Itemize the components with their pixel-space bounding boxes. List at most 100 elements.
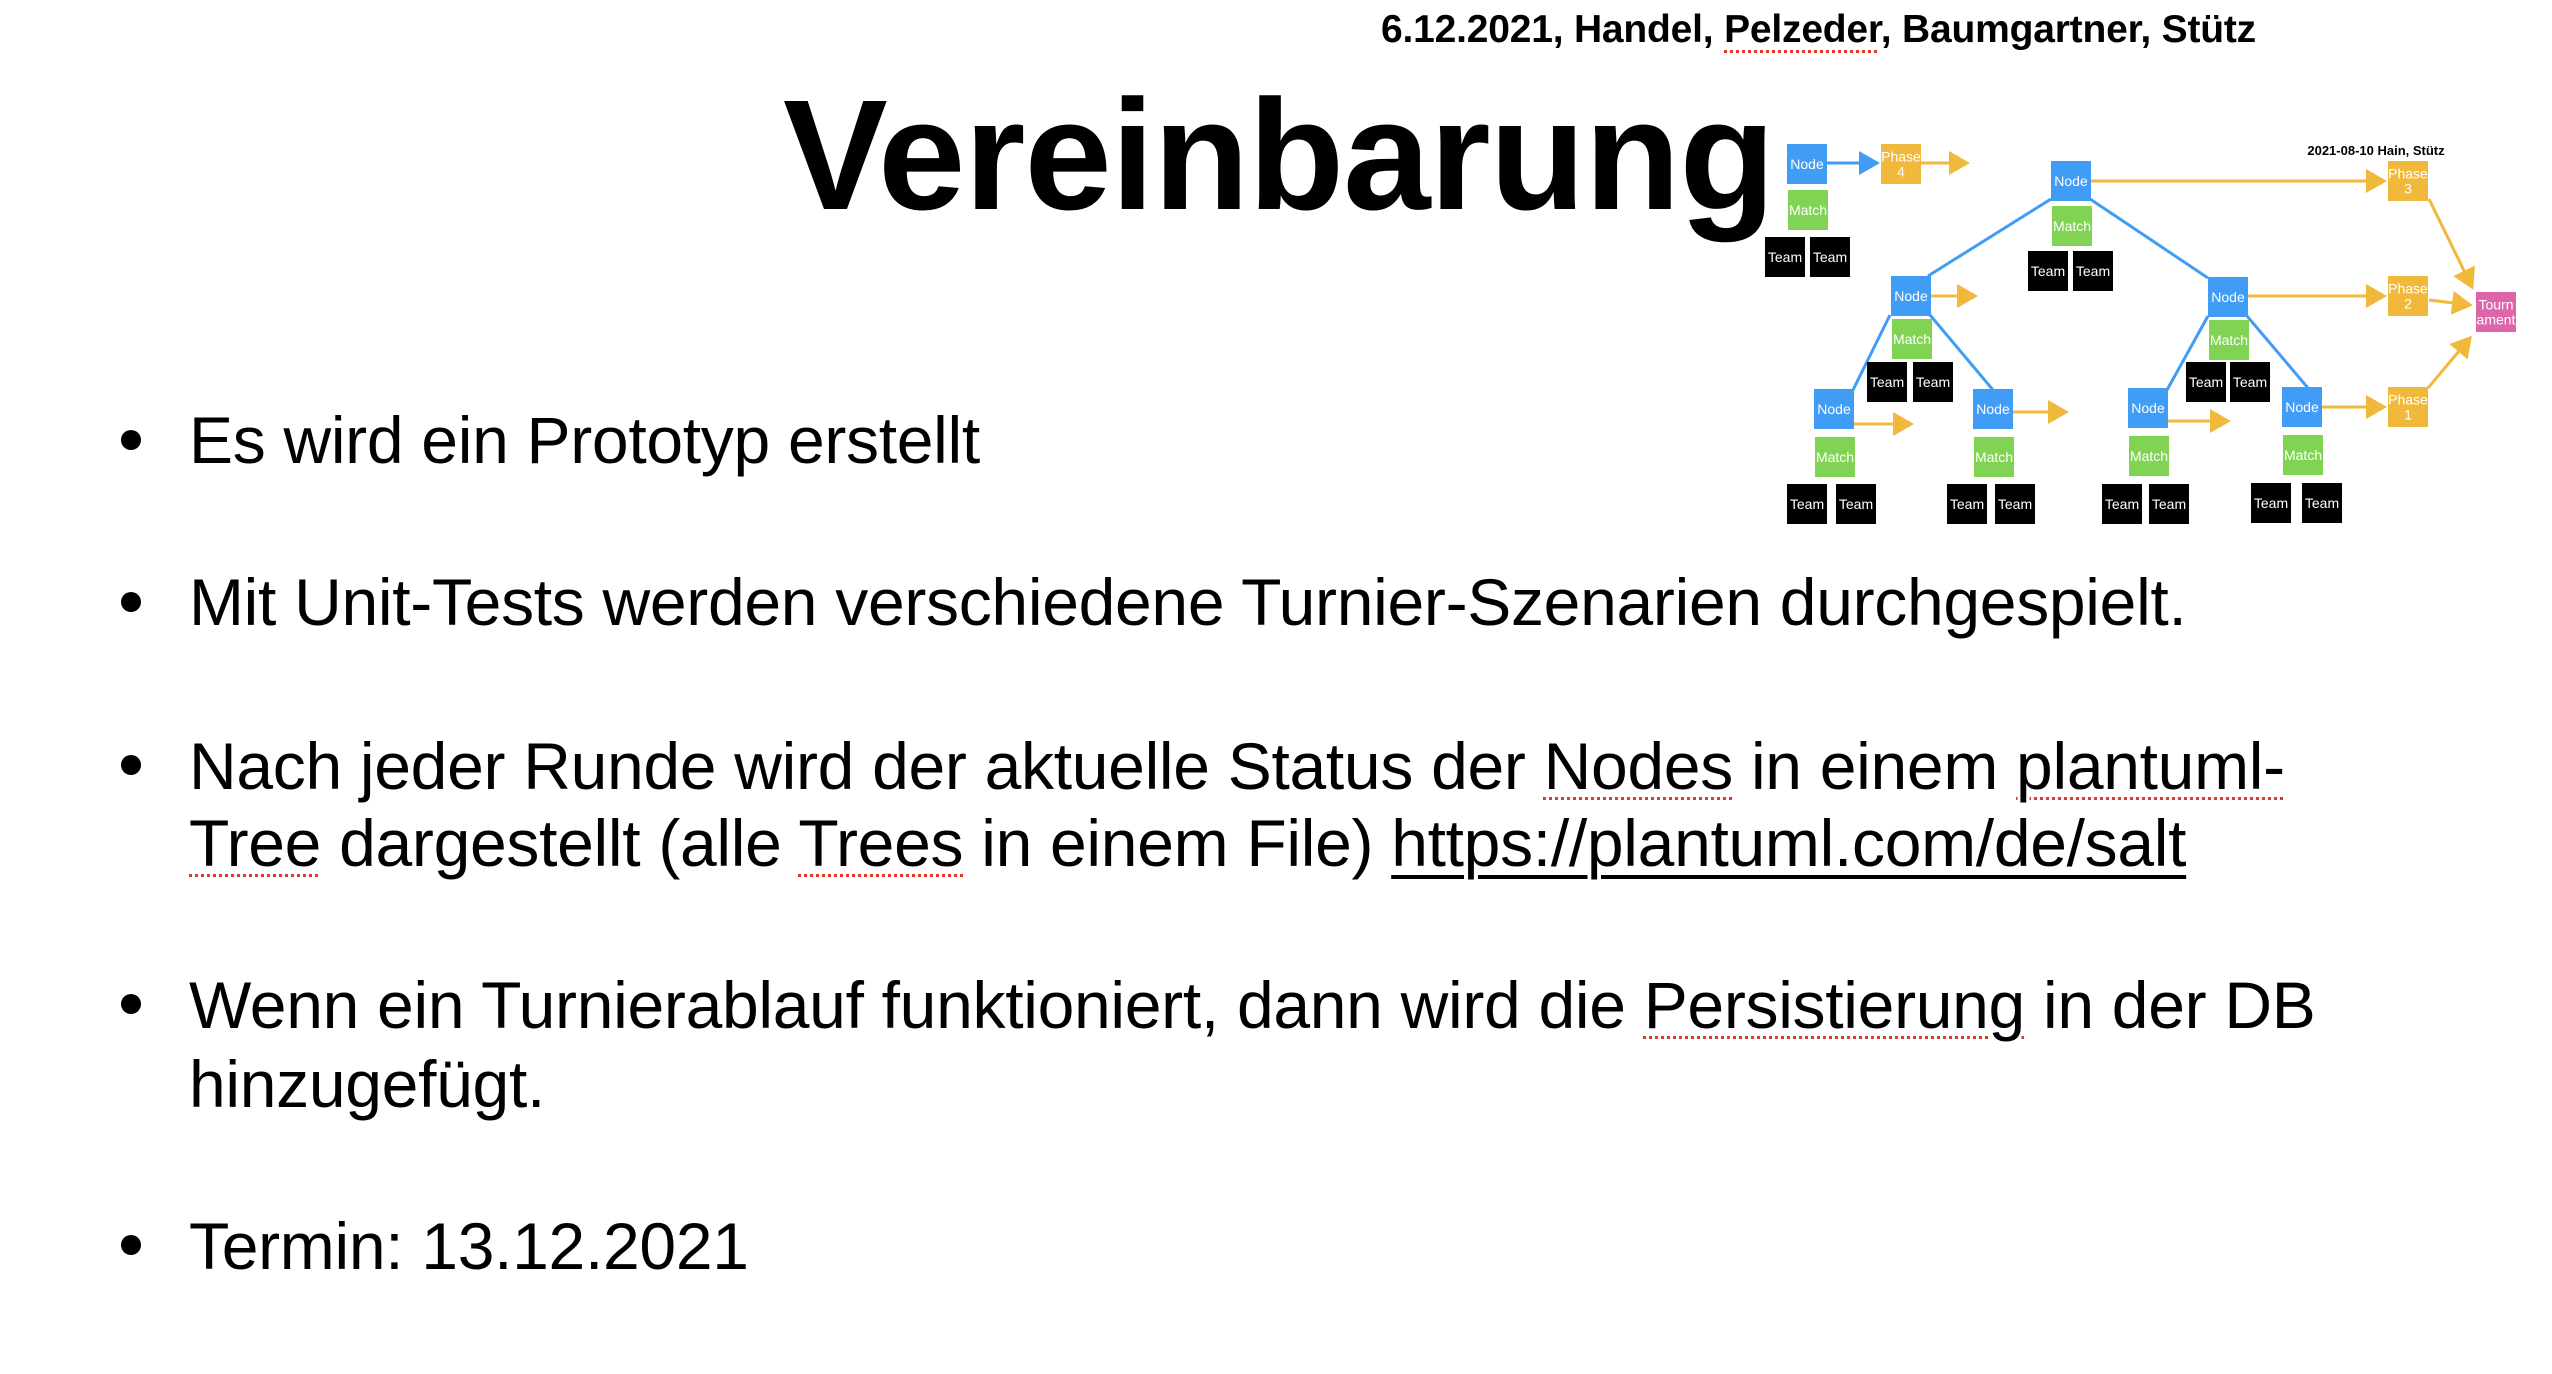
arrow-phase-2-to-tournament (2428, 290, 2473, 315)
team-box-left-right-b-label: Team (1998, 496, 2032, 512)
team-box-right-left-b-label: Team (2152, 496, 2186, 512)
team-box-right-mid-a: Team (2186, 362, 2226, 402)
phase-box-3-label: 3 (2404, 181, 2412, 197)
node-box-left-mid-label: Node (1894, 288, 1928, 304)
match-box-left-mid: Match (1892, 319, 1932, 359)
match-box-standalone: Match (1788, 190, 1828, 230)
team-box-left-mid-b-label: Team (1916, 374, 1950, 390)
bullet-dot (121, 755, 141, 775)
node-box-left-right: Node (1973, 389, 2013, 429)
bullet-text: Es wird ein Prototyp erstellt (189, 403, 980, 477)
team-box-root-a-label: Team (2031, 263, 2065, 279)
phase-box-2-label: 2 (2404, 296, 2412, 312)
bullet-3-line-2: Tree dargestellt (alle Trees in einem Fi… (189, 810, 2186, 876)
bullet-4-line-2: hinzugefügt. (189, 1051, 545, 1117)
header-date-authors: 6.12.2021, Handel, (1381, 8, 1725, 51)
bullet-2-line-1: Mit Unit-Tests werden verschiedene Turni… (189, 569, 2187, 635)
node-box-left-left-label: Node (1817, 401, 1851, 417)
bullet-4-line-1: Wenn ein Turnierablauf funktioniert, dan… (189, 972, 2316, 1038)
bullet-text: dargestellt (alle (321, 806, 799, 880)
match-box-left-right-label: Match (1975, 449, 2013, 465)
header-author-pelzeder: Pelzeder (1724, 8, 1881, 51)
phase-box-4-label: Phase (1881, 149, 1921, 165)
arrow-phase-1-to-tournament (2426, 335, 2472, 389)
node-box-root-label: Node (2054, 173, 2088, 189)
team-box-standalone-a: Team (1765, 237, 1805, 277)
team-box-left-left-a: Team (1787, 484, 1827, 524)
team-box-standalone-b: Team (1810, 237, 1850, 277)
bullet-text: Wenn ein Turnierablauf funktioniert, dan… (189, 968, 1644, 1042)
spellcheck-word-trees: Trees (798, 806, 964, 880)
phase-box-1: Phase1 (2388, 387, 2428, 427)
match-box-left-left: Match (1815, 437, 1855, 477)
bullet-1-line-1: Es wird ein Prototyp erstellt (189, 407, 980, 473)
phase-box-3-label: Phase (2388, 166, 2428, 182)
spellcheck-word-tree: Tree (189, 806, 322, 880)
bullet-dot (121, 1235, 141, 1255)
match-box-right-mid-label: Match (2210, 332, 2248, 348)
node-box-right-left: Node (2128, 388, 2168, 428)
bullet-5-line-1: Termin: 13.12.2021 (189, 1213, 749, 1279)
team-box-root-a: Team (2028, 251, 2068, 291)
bullet-text: hinzugefügt. (189, 1047, 546, 1121)
node-box-standalone-label: Node (1790, 156, 1824, 172)
bullet-dot (121, 592, 141, 612)
bullet-text: in einem (1732, 729, 2017, 803)
team-box-right-mid-a-label: Team (2189, 374, 2223, 390)
team-box-right-right-a: Team (2251, 483, 2291, 523)
node-box-right-right-label: Node (2285, 399, 2319, 415)
bullet-text: Nach jeder Runde wird der aktuelle Statu… (189, 729, 1544, 803)
team-box-root-b: Team (2073, 251, 2113, 291)
phase-box-4-label: 4 (1897, 164, 1905, 180)
bullet-dot (121, 994, 141, 1014)
match-box-right-right-label: Match (2284, 447, 2322, 463)
team-box-left-right-b: Team (1995, 484, 2035, 524)
team-box-left-left-b: Team (1836, 484, 1876, 524)
node-box-standalone: Node (1787, 144, 1827, 184)
phase-box-1-label: Phase (2388, 392, 2428, 408)
phase-box-2: Phase2 (2388, 276, 2428, 316)
plantuml-salt-link[interactable]: https://plantuml.com/de/salt (1391, 806, 2186, 880)
team-box-left-mid-b: Team (1913, 362, 1953, 402)
match-box-root-label: Match (2053, 218, 2091, 234)
match-box-right-left-label: Match (2130, 448, 2168, 464)
phase-box-2-label: Phase (2388, 281, 2428, 297)
bullet-dot (121, 430, 141, 450)
diagram-boxes: Node Match Team Team Node Match Team Team Node Ma… (1765, 144, 2516, 524)
bullet-3-line-1: Nach jeder Runde wird der aktuelle Statu… (189, 733, 2285, 799)
arrow-phase-3-to-tournament (2427, 198, 2475, 290)
node-box-right-mid: Node (2208, 277, 2248, 317)
team-box-right-left-b: Team (2149, 484, 2189, 524)
match-box-standalone-label: Match (1789, 202, 1827, 218)
phase-box-1-label: 1 (2404, 407, 2412, 423)
spellcheck-word-plantuml: plantuml- (2016, 729, 2285, 803)
team-box-standalone-b-label: Team (1813, 249, 1847, 265)
team-box-right-left-a-label: Team (2105, 496, 2139, 512)
node-box-right-right: Node (2282, 387, 2322, 427)
team-box-right-right-b: Team (2302, 483, 2342, 523)
match-box-root: Match (2052, 206, 2092, 246)
phase-box-3: Phase3 (2388, 161, 2428, 201)
team-box-right-right-a-label: Team (2254, 495, 2288, 511)
bullet-text: in der DB (2024, 968, 2316, 1042)
team-box-root-b-label: Team (2076, 263, 2110, 279)
team-box-right-mid-b-label: Team (2233, 374, 2267, 390)
team-box-left-right-a-label: Team (1950, 496, 1984, 512)
team-box-left-right-a: Team (1947, 484, 1987, 524)
phase-box-4: Phase4 (1881, 144, 1921, 184)
match-box-right-mid: Match (2209, 320, 2249, 360)
team-box-left-left-a-label: Team (1790, 496, 1824, 512)
node-box-left-right-label: Node (1976, 401, 2010, 417)
match-box-left-mid-label: Match (1893, 331, 1931, 347)
match-box-left-left-label: Match (1816, 449, 1854, 465)
team-box-right-right-b-label: Team (2305, 495, 2339, 511)
slide-header-meta: 6.12.2021, Handel, Pelzeder, Baumgartner… (1381, 10, 2256, 49)
tournament-box: Tournament (2476, 292, 2516, 332)
header-authors-rest: , Baumgartner, Stütz (1880, 8, 2256, 51)
spellcheck-word-nodes: Nodes (1543, 729, 1734, 803)
node-box-right-left-label: Node (2131, 400, 2165, 416)
team-box-left-left-b-label: Team (1839, 496, 1873, 512)
team-box-left-mid-a-label: Team (1870, 374, 1904, 390)
diagram-caption: 2021-08-10 Hain, Stütz (2307, 143, 2445, 158)
match-box-right-left: Match (2129, 436, 2169, 476)
